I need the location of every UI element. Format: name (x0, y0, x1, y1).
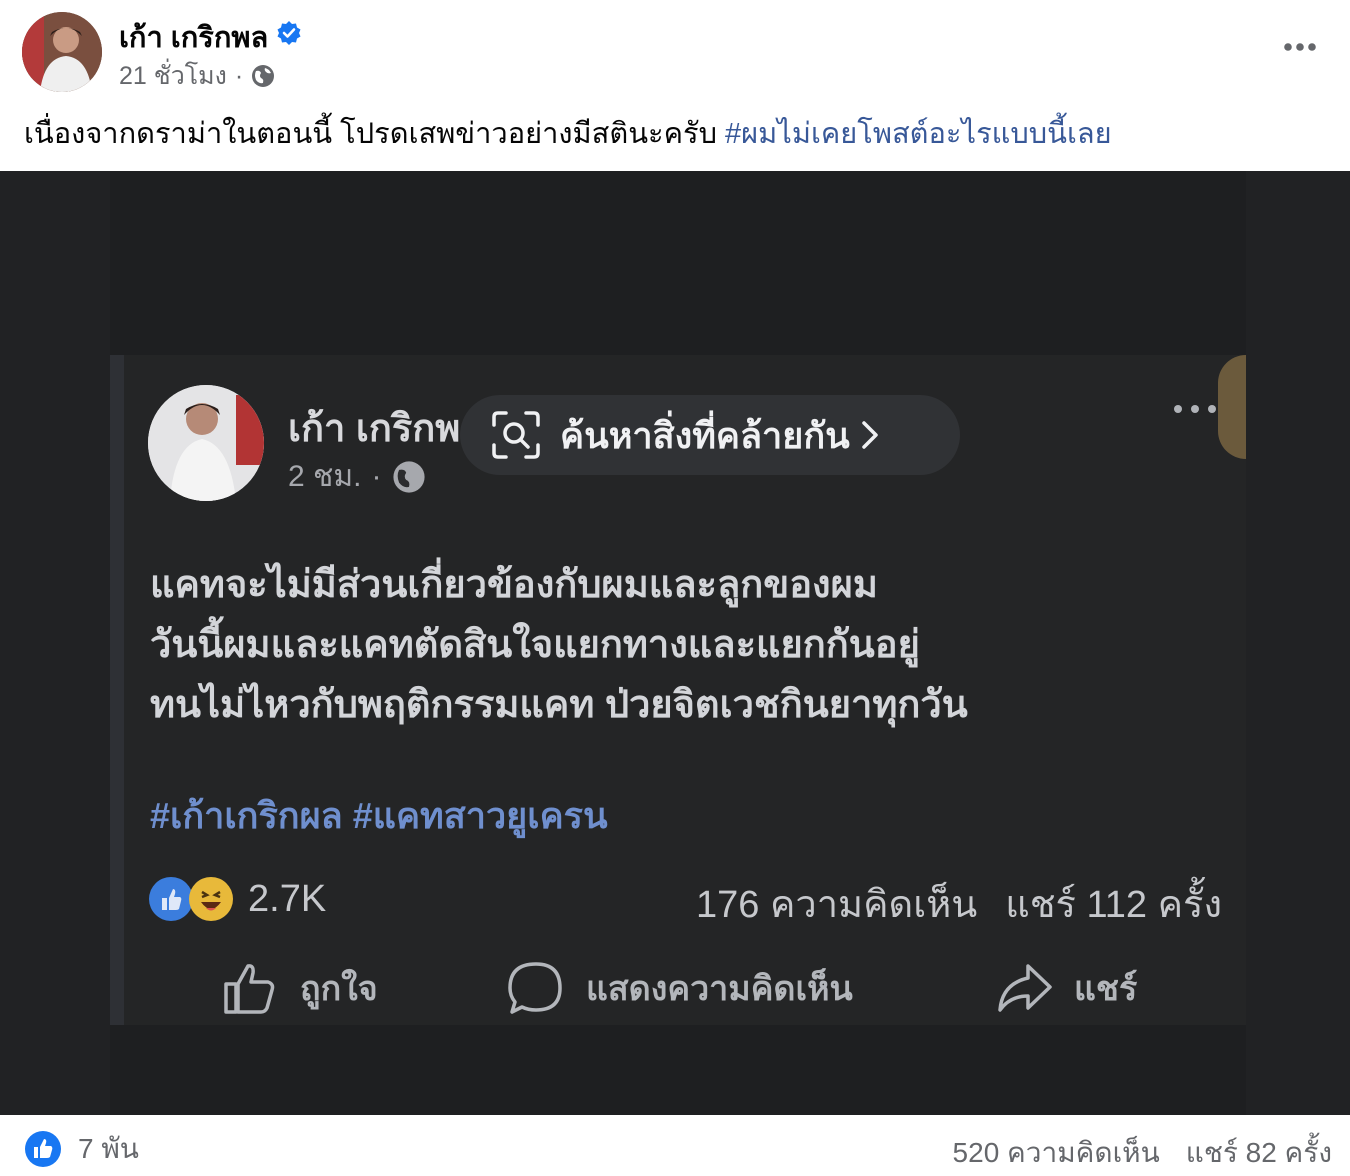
embedded-share-action: แชร์ (994, 953, 1137, 1023)
post-meta: 21 ชั่วโมง · (119, 56, 275, 96)
embedded-text-line: ทนไม่ไหวกับพฤติกรรมแคท ป่วยจิตเวชกินยาทุ… (150, 684, 968, 726)
like-count: 7 พัน (78, 1133, 139, 1164)
post-header: เก้า เกริกพล 21 ชั่วโมง · (0, 0, 1350, 100)
post-footer: 7 พัน 520 ความคิดเห็น แชร์ 82 ครั้ง (0, 1115, 1350, 1176)
meta-separator: · (234, 61, 244, 90)
embedded-meta-separator: · (371, 459, 382, 493)
embedded-share-count: แชร์ 112 ครั้ง (1005, 884, 1222, 926)
comment-count-link[interactable]: 520 ความคิดเห็น (953, 1131, 1160, 1175)
author-avatar[interactable] (22, 12, 102, 92)
embedded-post-time: 2 ชม. (288, 460, 362, 493)
embedded-post-text: แคทจะไม่มีส่วนเกี่ยวข้องกับผมและลูกของผม… (150, 555, 968, 735)
visual-search-label: ค้นหาสิ่งที่คล้ายกัน (560, 414, 850, 456)
embedded-hashtags: #เก้าเกริกผล #แคทสาวยูเครน (150, 795, 608, 836)
globe-icon[interactable] (251, 64, 275, 88)
embedded-more-icon (1174, 405, 1216, 413)
post-caption: เนื่องจากดราม่าในตอนนี้ โปรดเสพข่าวอย่าง… (24, 110, 1112, 156)
verified-badge-icon (277, 21, 301, 45)
embedded-author-avatar (148, 385, 264, 501)
embedded-text-line: วันนี้ผมและแคทตัดสินใจแยกทางและแยกกันอยู… (150, 624, 920, 666)
embedded-globe-icon (392, 460, 425, 493)
post-image[interactable]: เก้า เกริกพ 2 ชม. · ค้นหาสิ่งที่คล้ายกัน (0, 171, 1350, 1115)
embedded-like-label: ถูกใจ (300, 970, 378, 1008)
embedded-thumbs-up-icon (224, 964, 275, 1014)
embedded-post-meta: 2 ชม. · (288, 453, 426, 500)
author-name[interactable]: เก้า เกริกพล (119, 14, 268, 60)
embedded-like-action: ถูกใจ (220, 953, 378, 1023)
embedded-share-label: แชร์ (1074, 970, 1138, 1008)
embedded-haha-reaction-icon (189, 877, 233, 921)
embedded-action-bar: ถูกใจ แสดงความคิดเห็น แชร์ (110, 953, 1246, 1023)
embedded-screenshot: เก้า เกริกพ 2 ชม. · ค้นหาสิ่งที่คล้ายกัน (110, 171, 1246, 1115)
embedded-comment-label: แสดงความคิดเห็น (586, 970, 853, 1008)
embedded-text-line: แคทจะไม่มีส่วนเกี่ยวข้องกับผมและลูกของผม (150, 564, 878, 606)
embedded-side-thumbnail (1218, 355, 1246, 459)
embedded-comment-icon (508, 962, 562, 1014)
visual-search-pill[interactable]: ค้นหาสิ่งที่คล้ายกัน (460, 395, 960, 475)
post-time[interactable]: 21 ชั่วโมง (119, 56, 227, 96)
embedded-share-icon (998, 964, 1052, 1012)
post-stats: 520 ความคิดเห็น แชร์ 82 ครั้ง (953, 1131, 1332, 1175)
embedded-reaction-count: 2.7K (248, 877, 327, 920)
embedded-comment-action: แสดงความคิดเห็น (506, 953, 853, 1023)
embedded-reactions: 2.7K (148, 871, 326, 927)
reactions-summary[interactable]: 7 พัน (24, 1127, 139, 1171)
like-reaction-icon (25, 1131, 61, 1167)
chevron-right-icon (862, 421, 878, 449)
lens-search-icon (492, 411, 540, 459)
share-count-link[interactable]: แชร์ 82 ครั้ง (1186, 1131, 1332, 1175)
caption-hashtag-link[interactable]: #ผมไม่เคยโพสต์อะไรแบบนี้เลย (725, 118, 1112, 150)
embedded-author-name: เก้า เกริกพ (288, 408, 461, 450)
caption-text: เนื่องจากดราม่าในตอนนี้ โปรดเสพข่าวอย่าง… (24, 118, 726, 150)
more-options-icon[interactable] (1280, 32, 1320, 62)
embedded-left-edge (110, 355, 124, 1025)
embedded-post-stats: 176 ความคิดเห็น แชร์ 112 ครั้ง (696, 873, 1222, 934)
embedded-comment-count: 176 ความคิดเห็น (696, 884, 978, 926)
